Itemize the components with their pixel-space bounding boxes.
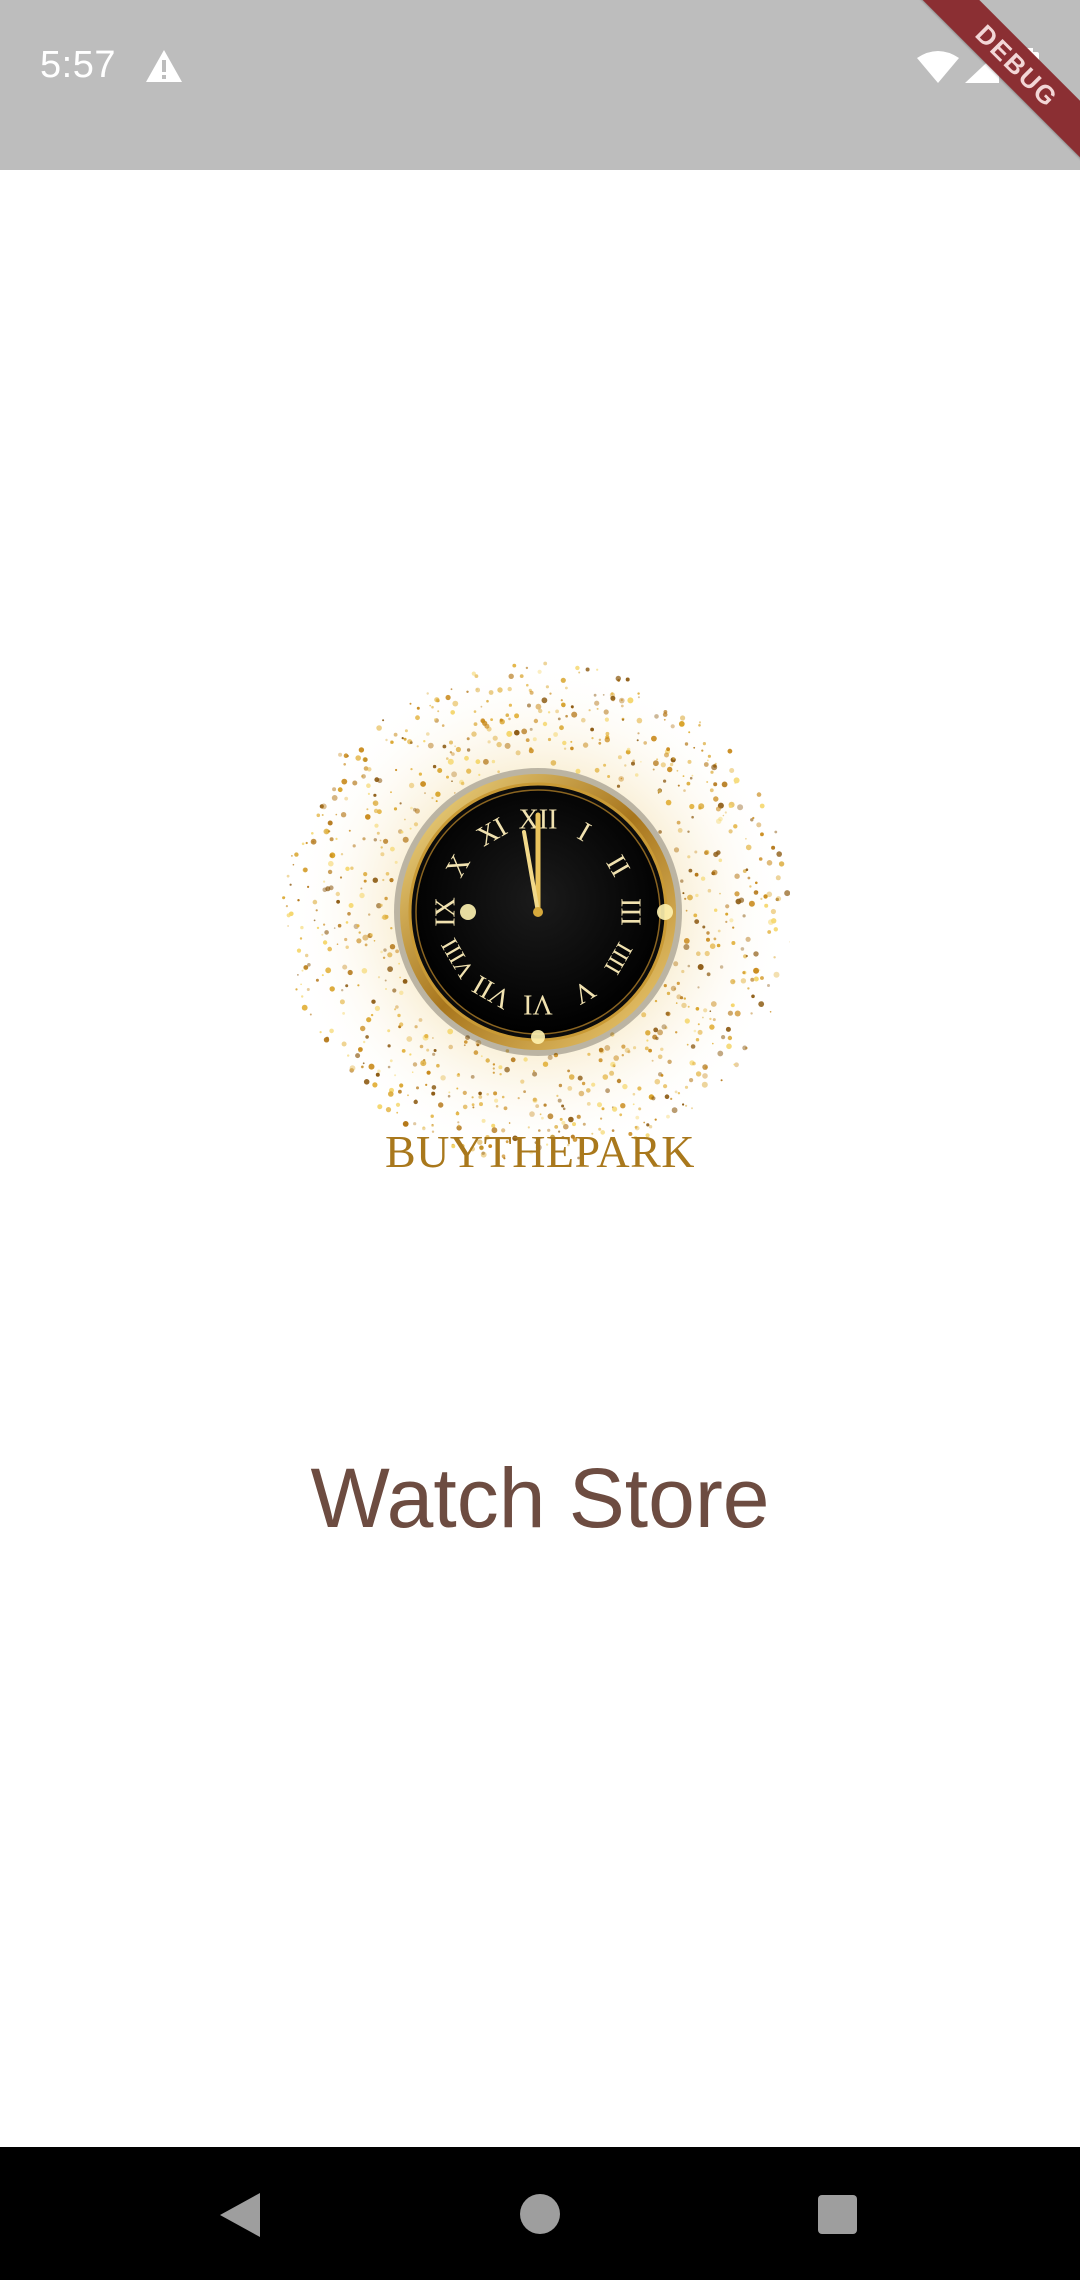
splash-screen: 5:57 DEBUG I II III IIII V VI VII VIII I… — [0, 0, 1080, 2280]
warning-icon — [146, 50, 182, 82]
navigation-bar — [0, 2147, 1080, 2280]
clock-numeral: IX — [431, 897, 462, 927]
status-time: 5:57 — [40, 44, 116, 86]
hand-pin — [533, 907, 543, 917]
clock-numeral: VI — [523, 989, 553, 1020]
recents-icon[interactable] — [817, 2194, 858, 2235]
wifi-icon — [917, 51, 959, 83]
debug-ribbon: DEBUG — [914, 0, 1080, 169]
home-icon[interactable] — [519, 2193, 561, 2235]
back-icon[interactable] — [218, 2191, 262, 2239]
clock-numeral: III — [615, 898, 646, 926]
watch-logo: XIIIIIIIIIIIIVVIVIIVIIIIXXXI — [282, 661, 790, 1162]
brand-name: BUYTHEPARK — [384, 1126, 696, 1177]
app-title: Watch Store — [310, 1451, 770, 1545]
status-bar: 5:57 DEBUG — [0, 0, 1080, 170]
